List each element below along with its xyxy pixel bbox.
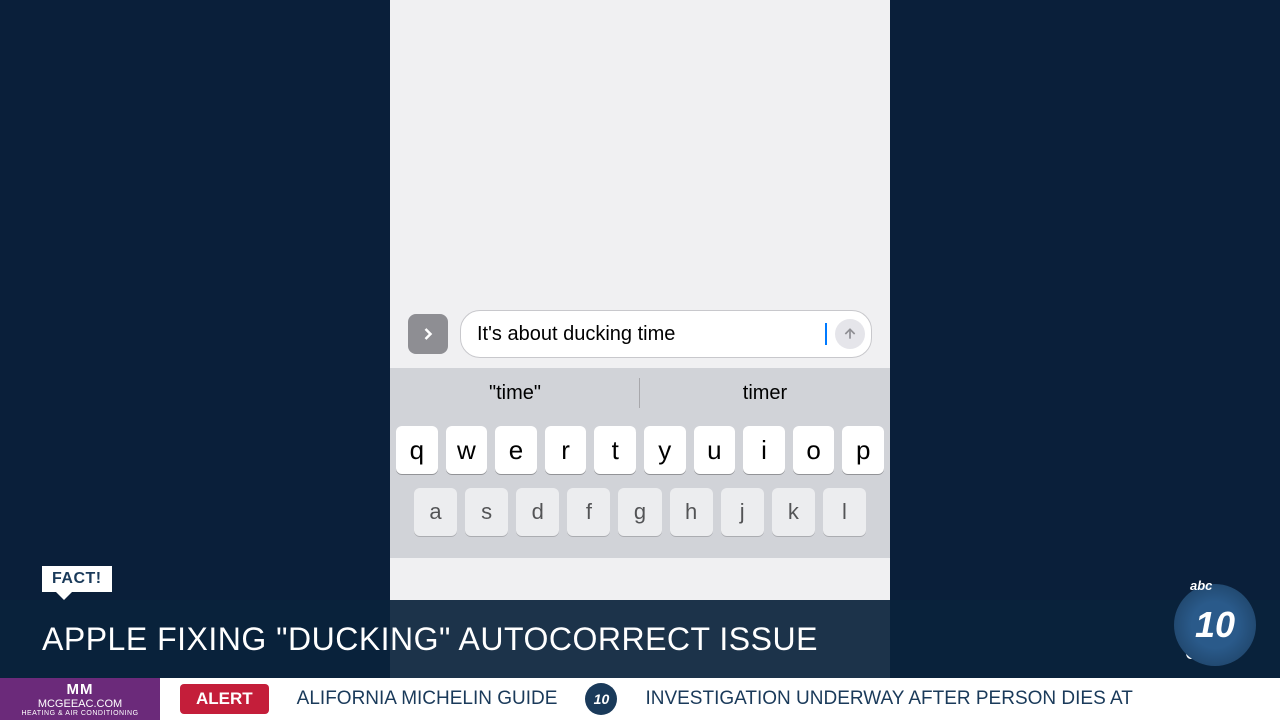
message-input-row: It's about ducking time: [390, 300, 890, 368]
suggestion-2[interactable]: timer: [640, 368, 890, 418]
key-p[interactable]: p: [842, 426, 884, 474]
keyboard-row-2: a s d f g h j k l: [396, 488, 884, 536]
news-headline: APPLE FIXING "DUCKING" AUTOCORRECT ISSUE: [42, 621, 1175, 658]
key-t[interactable]: t: [594, 426, 636, 474]
suggestion-1[interactable]: "time": [390, 368, 640, 418]
message-text-field[interactable]: It's about ducking time: [460, 310, 872, 358]
typed-text: It's about ducking time: [477, 323, 816, 346]
station-logo: abc 10: [1174, 584, 1256, 666]
key-w[interactable]: w: [446, 426, 488, 474]
key-e[interactable]: e: [495, 426, 537, 474]
news-lower-third: APPLE FIXING "DUCKING" AUTOCORRECT ISSUE…: [0, 600, 1280, 678]
text-cursor: [825, 323, 827, 345]
keyboard-row-1: q w e r t y u i o p: [396, 426, 884, 474]
ticker-item-1: ALIFORNIA MICHELIN GUIDE: [269, 688, 586, 710]
key-u[interactable]: u: [694, 426, 736, 474]
key-k[interactable]: k: [772, 488, 815, 536]
key-g[interactable]: g: [618, 488, 661, 536]
sponsor-block: MM MCGEEAC.COM HEATING & AIR CONDITIONIN…: [0, 678, 160, 720]
ticker-item-2: INVESTIGATION UNDERWAY AFTER PERSON DIES…: [617, 688, 1160, 710]
fact-badge: FACT!: [42, 566, 112, 592]
key-a[interactable]: a: [414, 488, 457, 536]
key-f[interactable]: f: [567, 488, 610, 536]
key-r[interactable]: r: [545, 426, 587, 474]
expand-apps-button[interactable]: [408, 314, 448, 354]
key-y[interactable]: y: [644, 426, 686, 474]
key-i[interactable]: i: [743, 426, 785, 474]
ticker-separator-logo: 10: [585, 683, 617, 715]
key-q[interactable]: q: [396, 426, 438, 474]
station-number: 10: [1195, 604, 1235, 646]
key-o[interactable]: o: [793, 426, 835, 474]
key-s[interactable]: s: [465, 488, 508, 536]
sponsor-name: MCGEEAC.COM: [38, 698, 122, 710]
alert-badge: ALERT: [180, 684, 269, 714]
network-text: abc: [1190, 578, 1212, 593]
key-j[interactable]: j: [721, 488, 764, 536]
send-button[interactable]: [835, 319, 865, 349]
messages-empty-area: [390, 0, 890, 300]
key-h[interactable]: h: [670, 488, 713, 536]
news-ticker: MM MCGEEAC.COM HEATING & AIR CONDITIONIN…: [0, 678, 1280, 720]
key-d[interactable]: d: [516, 488, 559, 536]
sponsor-logo: MM: [67, 681, 94, 698]
autocorrect-suggestion-bar: "time" timer: [390, 368, 890, 418]
ios-keyboard: q w e r t y u i o p a s d f g h j k l: [390, 418, 890, 558]
key-l[interactable]: l: [823, 488, 866, 536]
sponsor-tagline: HEATING & AIR CONDITIONING: [21, 710, 138, 717]
